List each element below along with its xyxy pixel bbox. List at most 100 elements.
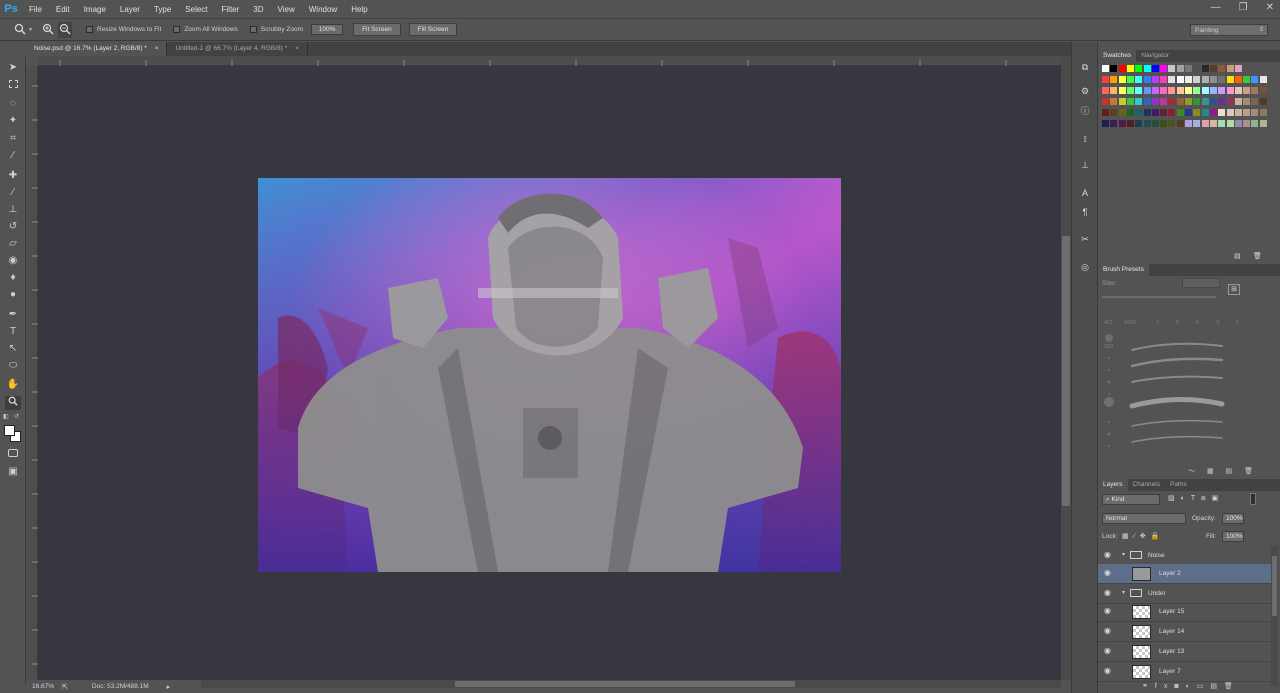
color-swatch[interactable]	[1218, 87, 1226, 94]
eye-icon[interactable]: ◉	[1104, 646, 1111, 655]
color-swatch[interactable]	[1243, 98, 1251, 105]
kind-filter-select[interactable]: ⌕ Kind	[1102, 494, 1160, 505]
color-swatch[interactable]	[1143, 98, 1151, 105]
actions-icon[interactable]: ⚙	[1078, 84, 1092, 98]
minimize-icon[interactable]: —	[1211, 2, 1221, 13]
zoom-level[interactable]: 16.67%	[32, 683, 54, 690]
color-swatch[interactable]	[1243, 87, 1251, 94]
color-swatch[interactable]	[1135, 109, 1143, 116]
color-swatch[interactable]	[1251, 87, 1259, 94]
menu-filter[interactable]: Filter	[215, 5, 247, 14]
layer-group-noise[interactable]: ◉ ▾ Noise	[1098, 546, 1271, 566]
color-swatch[interactable]	[1110, 98, 1118, 105]
color-swatch[interactable]	[1201, 109, 1209, 116]
clone-stamp-tool-icon[interactable]: ⊥	[5, 203, 21, 217]
color-swatch[interactable]	[1218, 65, 1226, 72]
new-swatch-icon[interactable]: ▤	[1234, 252, 1241, 260]
restore-icon[interactable]: ❐	[1239, 2, 1248, 13]
color-swatch[interactable]	[1193, 76, 1201, 83]
disclosure-triangle-icon[interactable]: ▾	[1122, 551, 1125, 558]
color-swatch[interactable]	[1110, 76, 1118, 83]
color-swatch[interactable]	[1259, 98, 1267, 105]
tab-layers[interactable]: Layers	[1098, 479, 1128, 491]
layer-row-layer-13[interactable]: ◉ Layer 13	[1098, 642, 1271, 662]
color-swatch[interactable]	[1160, 76, 1168, 83]
vertical-scrollbar[interactable]	[1061, 56, 1071, 680]
color-swatch[interactable]	[1226, 98, 1234, 105]
color-swatch[interactable]	[1209, 76, 1217, 83]
eye-icon[interactable]: ◉	[1104, 568, 1111, 577]
color-swatch[interactable]	[1193, 120, 1201, 127]
eye-icon[interactable]: ◉	[1104, 606, 1111, 615]
pen-tool-icon[interactable]: ✒	[5, 308, 21, 322]
color-swatch[interactable]	[1143, 65, 1151, 72]
export-icon[interactable]: ⇱	[62, 683, 68, 691]
marquee-tool-icon[interactable]	[5, 79, 21, 93]
menu-3d[interactable]: 3D	[246, 5, 270, 14]
color-swatch[interactable]	[1110, 109, 1118, 116]
color-swatch[interactable]	[1185, 98, 1192, 105]
tab-swatches[interactable]: Swatches	[1098, 50, 1137, 62]
color-swatch[interactable]	[1185, 76, 1192, 83]
filter-smart-icon[interactable]: ▣	[1212, 495, 1225, 502]
info-icon[interactable]: ⓘ	[1078, 104, 1092, 118]
color-swatch[interactable]	[1118, 98, 1126, 105]
color-swatch[interactable]	[1193, 65, 1201, 72]
tool-presets-icon[interactable]: ✂	[1078, 232, 1092, 246]
color-swatch[interactable]	[1118, 76, 1126, 83]
color-swatch[interactable]	[1234, 76, 1242, 83]
layer-row-layer-2[interactable]: ◉ Layer 2	[1098, 564, 1271, 584]
color-swatch[interactable]	[1143, 109, 1151, 116]
brush-icon[interactable]: ⟟	[1078, 132, 1092, 146]
color-swatch[interactable]	[1126, 87, 1134, 94]
zoom-out-icon[interactable]	[58, 21, 73, 38]
color-swatch[interactable]	[1151, 120, 1159, 127]
color-swatch[interactable]	[1151, 98, 1159, 105]
color-swatch[interactable]	[1176, 87, 1184, 94]
trash-icon[interactable]: 🗑	[1224, 683, 1240, 690]
color-swatch[interactable]	[1234, 109, 1242, 116]
color-swatch[interactable]	[1160, 65, 1168, 72]
color-swatch[interactable]	[1151, 109, 1159, 116]
color-swatch[interactable]	[1160, 109, 1168, 116]
filter-shape-icon[interactable]: ⧈	[1201, 495, 1211, 502]
color-swatch[interactable]	[1160, 120, 1168, 127]
color-swatch[interactable]	[1118, 87, 1126, 94]
brush-panel-menu-icon[interactable]: ⊞	[1228, 284, 1240, 295]
color-swatch[interactable]	[1126, 109, 1134, 116]
history-brush-tool-icon[interactable]: ↺	[5, 220, 21, 234]
color-swatch[interactable]	[1102, 109, 1109, 116]
color-swatch[interactable]	[1168, 65, 1176, 72]
brush-tips-row[interactable]: 421 1860 7 5 6 3 1	[1102, 308, 1240, 328]
paint-bucket-tool-icon[interactable]: ◉	[5, 254, 21, 268]
color-swatch[interactable]	[1201, 65, 1209, 72]
color-swatch[interactable]	[1226, 65, 1234, 72]
lock-position-icon[interactable]: ✥	[1140, 533, 1151, 540]
layer-row-layer-14[interactable]: ◉ Layer 14	[1098, 622, 1271, 642]
color-swatch[interactable]	[1176, 120, 1184, 127]
eye-icon[interactable]: ◉	[1104, 588, 1111, 597]
color-swatch[interactable]	[1209, 65, 1217, 72]
color-swatch[interactable]	[1226, 120, 1234, 127]
color-swatch[interactable]	[1160, 87, 1168, 94]
color-swatch[interactable]	[1209, 120, 1217, 127]
color-swatch[interactable]	[1259, 76, 1267, 83]
color-swatch[interactable]	[1193, 109, 1201, 116]
color-swatch[interactable]	[1143, 76, 1151, 83]
new-group-icon[interactable]: ▭	[1197, 683, 1211, 690]
quick-mask-icon[interactable]	[5, 448, 21, 462]
color-swatch[interactable]	[1118, 109, 1126, 116]
zoom-tool-icon[interactable]	[14, 23, 26, 37]
menu-image[interactable]: Image	[77, 5, 113, 14]
foreground-color-swatch[interactable]	[4, 425, 15, 436]
adjustment-layer-icon[interactable]: ◐	[1186, 683, 1197, 690]
history-icon[interactable]: ⧉	[1078, 60, 1092, 74]
eyedropper-tool-icon[interactable]: ⁄	[5, 149, 21, 163]
color-swatch[interactable]	[1185, 120, 1192, 127]
color-swatch[interactable]	[1226, 109, 1234, 116]
color-swatch[interactable]	[1126, 65, 1134, 72]
color-swatch[interactable]	[1218, 120, 1226, 127]
color-swatch[interactable]	[1259, 87, 1267, 94]
color-swatch[interactable]	[1251, 120, 1259, 127]
color-swatch[interactable]	[1226, 76, 1234, 83]
